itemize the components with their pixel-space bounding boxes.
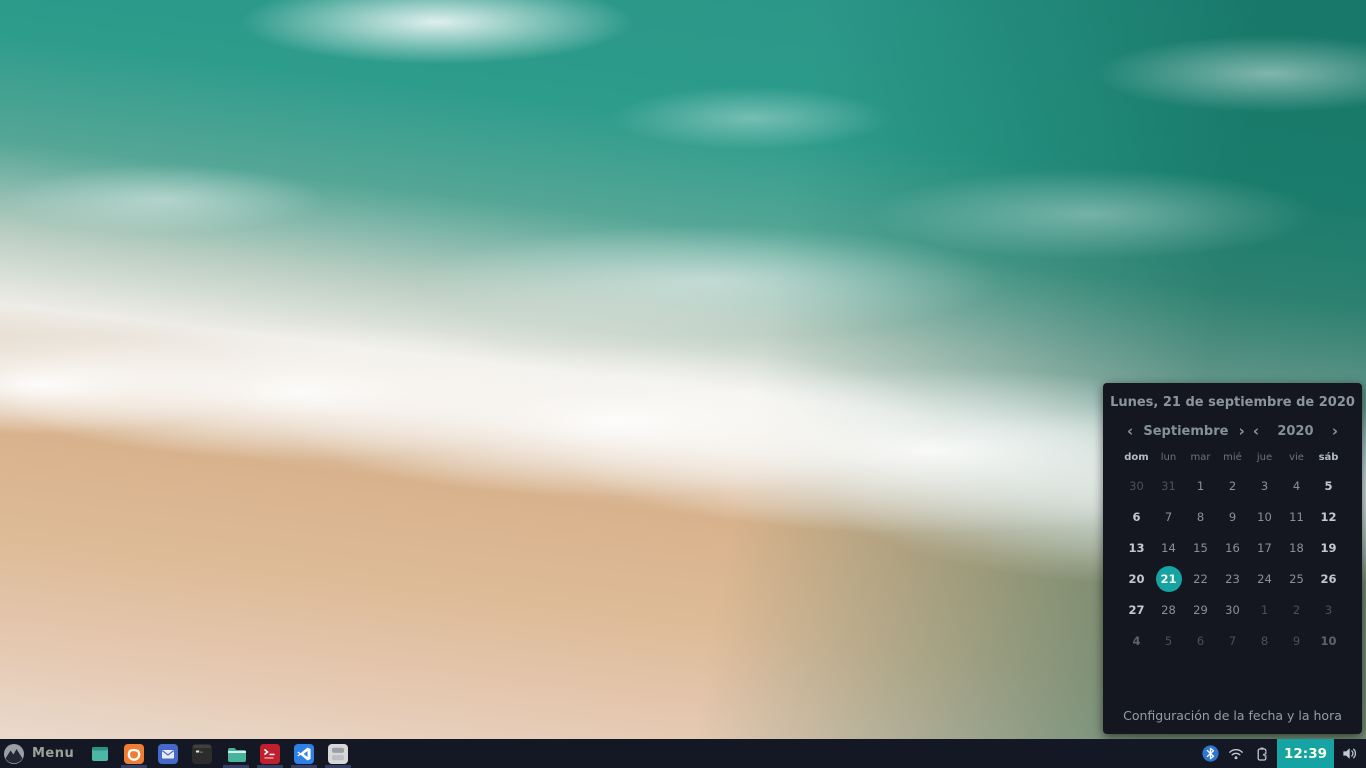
bluetooth-icon [1202,745,1219,762]
calendar-day[interactable]: 14 [1156,535,1182,561]
calendar-day[interactable]: 3 [1316,597,1342,623]
calendar-popup: Lunes, 21 de septiembre de 2020 ‹ Septie… [1103,383,1362,734]
calendar-day[interactable]: 4 [1284,473,1310,499]
clock-applet[interactable]: 12:39 [1277,739,1334,768]
calendar-day[interactable]: 9 [1220,504,1246,530]
next-month-chevron-icon[interactable]: › [1235,424,1249,439]
mint-menu-logo-icon [3,743,25,765]
calendar-day[interactable]: 18 [1284,535,1310,561]
text-editor-icon [328,744,348,764]
terminal-launcher[interactable] [185,739,219,768]
power-tray-button[interactable] [1249,739,1275,768]
calendar-day[interactable]: 2 [1220,473,1246,499]
dow-mar: mar [1185,452,1217,463]
calendar-day[interactable]: 13 [1124,535,1150,561]
calendar-day[interactable]: 22 [1188,566,1214,592]
folder-icon [226,744,246,764]
prev-year-chevron-icon[interactable]: ‹ [1249,424,1263,439]
dow-dom: dom [1121,452,1153,463]
calendar-day[interactable]: 12 [1316,504,1342,530]
calendar-day[interactable]: 31 [1156,473,1182,499]
terminal-icon [192,744,212,764]
mail-icon [158,744,178,764]
calendar-day[interactable]: 26 [1316,566,1342,592]
calendar-day[interactable]: 2 [1284,597,1310,623]
calendar-day[interactable]: 23 [1220,566,1246,592]
prev-month-chevron-icon[interactable]: ‹ [1123,424,1137,439]
calendar-day[interactable]: 30 [1220,597,1246,623]
thunderbird-launcher[interactable] [151,739,185,768]
calendar-day[interactable]: 8 [1252,628,1278,654]
root-terminal-launcher[interactable] [253,739,287,768]
calendar-navigation: ‹ Septiembre › ‹ 2020 › [1123,424,1342,439]
calendar-day-selected[interactable]: 21 [1156,566,1182,592]
calendar-day[interactable]: 1 [1188,473,1214,499]
firefox-icon [124,744,144,764]
calendar-day[interactable]: 28 [1156,597,1182,623]
calendar-date-title: Lunes, 21 de septiembre de 2020 [1103,395,1362,410]
calendar-day[interactable]: 25 [1284,566,1310,592]
calendar-day[interactable]: 5 [1156,628,1182,654]
next-year-chevron-icon[interactable]: › [1328,424,1342,439]
calendar-day[interactable]: 20 [1124,566,1150,592]
dow-lun: lun [1153,452,1185,463]
calendar-day[interactable]: 11 [1284,504,1310,530]
calendar-day[interactable]: 5 [1316,473,1342,499]
volume-icon [1341,745,1358,762]
volume-tray-button[interactable] [1336,739,1362,768]
calendar-day[interactable]: 27 [1124,597,1150,623]
calendar-day[interactable]: 7 [1156,504,1182,530]
files-launcher[interactable] [219,739,253,768]
calendar-day[interactable]: 30 [1124,473,1150,499]
calendar-day[interactable]: 4 [1124,628,1150,654]
calendar-day[interactable]: 6 [1124,504,1150,530]
datetime-settings-link[interactable]: Configuración de la fecha y la hora [1103,708,1362,723]
red-terminal-icon [260,744,280,764]
show-desktop-icon [90,744,110,764]
battery-charging-icon [1254,746,1270,762]
calendar-day[interactable]: 17 [1252,535,1278,561]
show-desktop-button[interactable] [83,739,117,768]
vscode-launcher[interactable] [287,739,321,768]
calendar-day[interactable]: 29 [1188,597,1214,623]
menu-label: Menu [32,746,74,761]
vscode-icon [294,744,314,764]
calendar-day[interactable]: 24 [1252,566,1278,592]
calendar-day[interactable]: 8 [1188,504,1214,530]
calendar-day[interactable]: 10 [1316,628,1342,654]
calendar-day[interactable]: 16 [1220,535,1246,561]
calendar-day[interactable]: 15 [1188,535,1214,561]
calendar-day[interactable]: 6 [1188,628,1214,654]
calendar-day[interactable]: 3 [1252,473,1278,499]
calendar-day[interactable]: 9 [1284,628,1310,654]
bluetooth-tray-button[interactable] [1197,739,1223,768]
dow-mie: mié [1217,452,1249,463]
text-editor-launcher[interactable] [321,739,355,768]
year-label: 2020 [1263,424,1328,439]
calendar-day[interactable]: 10 [1252,504,1278,530]
taskbar-panel: Menu [0,739,1366,768]
network-tray-button[interactable] [1223,739,1249,768]
dow-sab: sáb [1313,452,1345,463]
month-label: Septiembre [1137,424,1234,439]
menu-button[interactable]: Menu [0,739,83,768]
calendar-day[interactable]: 19 [1316,535,1342,561]
dow-jue: jue [1249,452,1281,463]
day-of-week-header: dom lun mar mié jue vie sáb [1103,452,1362,463]
calendar-day-grid: 30 31 1 2 3 4 5 6 7 8 9 10 11 12 13 14 1… [1103,470,1362,656]
calendar-day[interactable]: 7 [1220,628,1246,654]
firefox-launcher[interactable] [117,739,151,768]
calendar-day[interactable]: 1 [1252,597,1278,623]
wifi-icon [1228,746,1244,762]
dow-vie: vie [1281,452,1313,463]
